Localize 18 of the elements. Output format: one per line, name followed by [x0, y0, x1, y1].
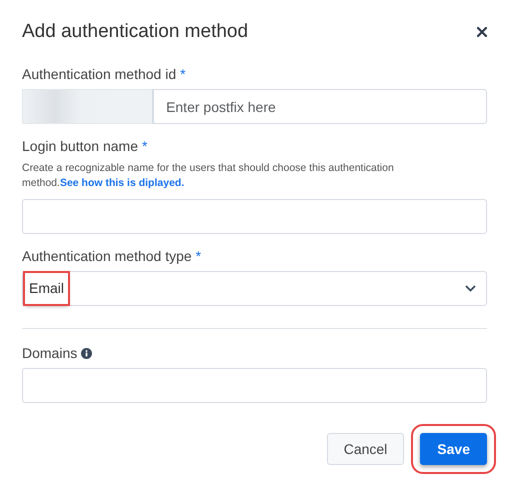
close-button[interactable]	[477, 27, 487, 37]
cancel-button[interactable]: Cancel	[326, 433, 404, 465]
text-field[interactable]	[22, 368, 487, 403]
type-select[interactable]: Email	[22, 271, 487, 306]
dialog-title: Add authentication method	[22, 20, 248, 44]
required-mark: *	[180, 65, 186, 84]
postfix-field[interactable]: Enter postfix here	[153, 89, 487, 124]
field-label: Domains	[22, 344, 78, 363]
select-value: Email	[25, 273, 68, 304]
required-mark: *	[196, 247, 202, 266]
field-label: Authentication method id	[22, 65, 176, 84]
chevron-icon	[465, 285, 476, 292]
field-label: Authentication method type	[22, 247, 192, 266]
help-link[interactable]: See how this is diplayed.	[60, 177, 184, 189]
field-label: Login button name	[22, 137, 138, 156]
help-text: Create a recognizable name for the users that should choose this authentication method.See how this is diplayed.	[22, 161, 395, 191]
text-field[interactable]	[22, 199, 487, 234]
required-mark: *	[142, 137, 148, 156]
